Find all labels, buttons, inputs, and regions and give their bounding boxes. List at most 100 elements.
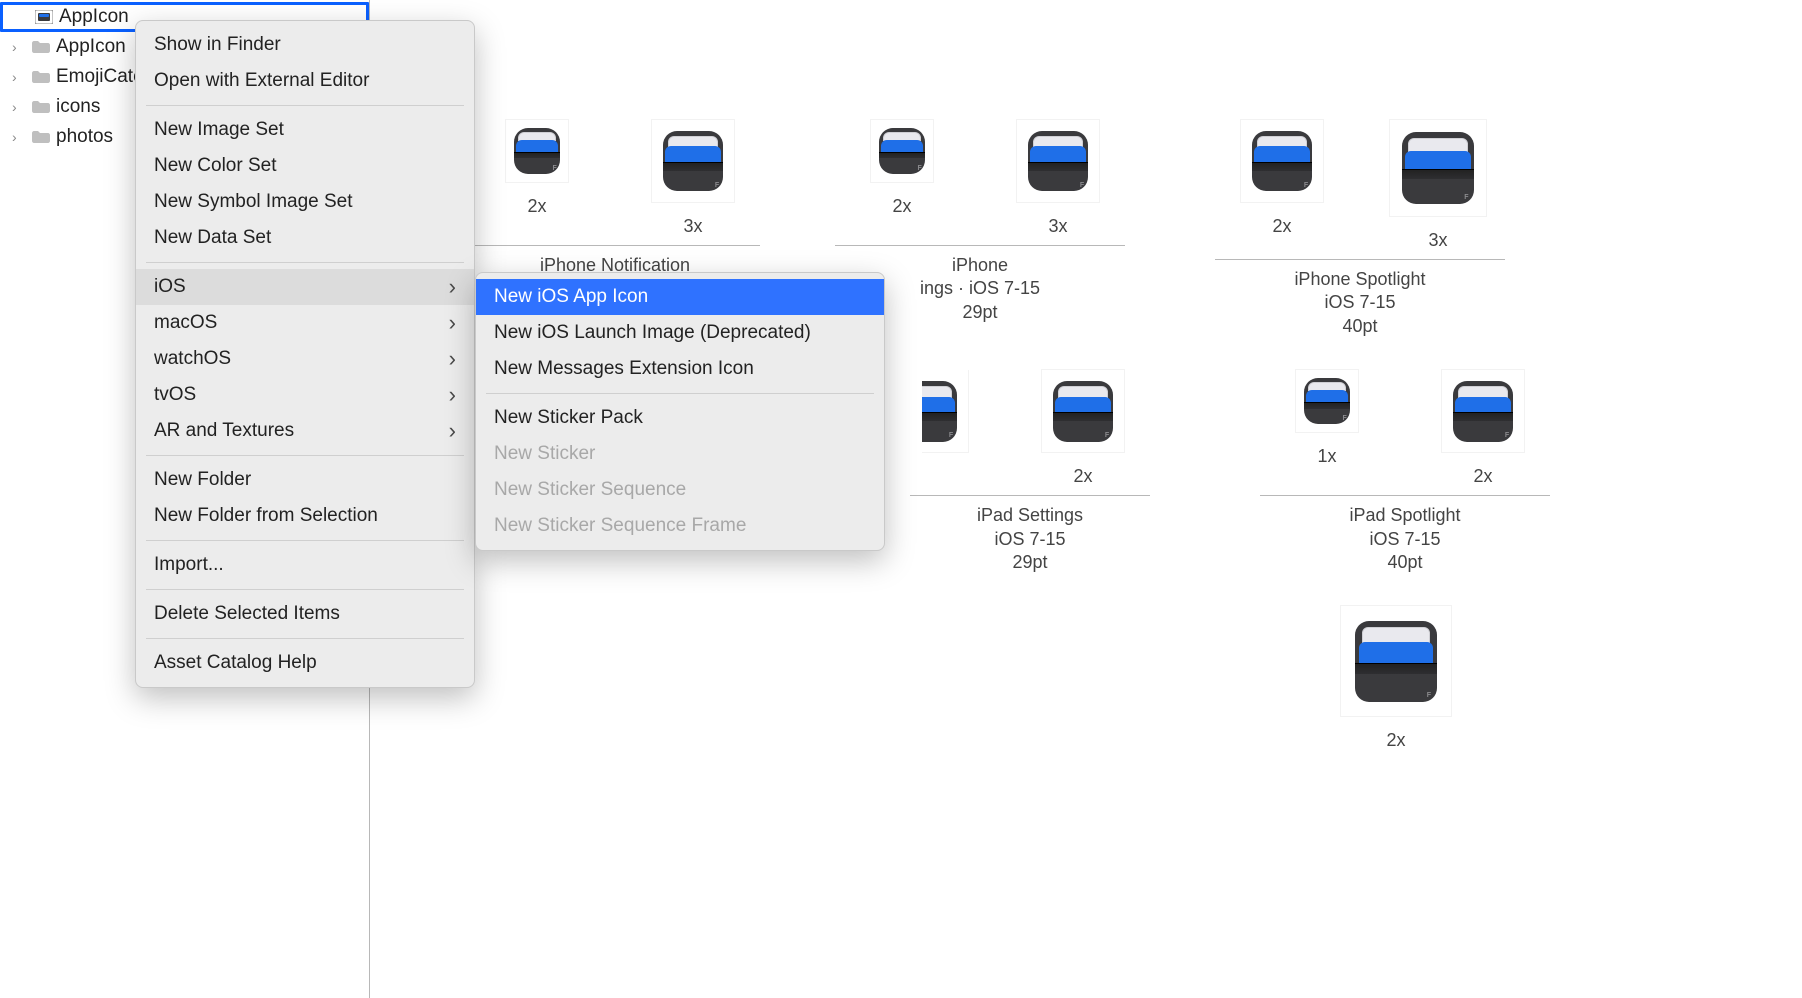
wallet-icon: F bbox=[1453, 381, 1514, 442]
folder-icon bbox=[30, 70, 52, 84]
menu-watchos[interactable]: watchOS bbox=[136, 341, 474, 377]
icon-tile[interactable]: F bbox=[1017, 120, 1099, 202]
context-menu[interactable]: Show in Finder Open with External Editor… bbox=[135, 20, 475, 688]
menu-show-in-finder[interactable]: Show in Finder bbox=[136, 27, 474, 63]
scale-label: 3x bbox=[683, 216, 702, 237]
menu-item-label: New iOS Launch Image (Deprecated) bbox=[494, 322, 811, 344]
group-iphone-spotlight: F 2x F 3x iPhone Spotlight iOS 7-15 40pt bbox=[1215, 120, 1505, 338]
menu-separator bbox=[146, 455, 464, 456]
icon-slot[interactable]: F 1x bbox=[1272, 370, 1382, 487]
icon-tile[interactable]: F bbox=[652, 120, 734, 202]
menu-item-label: Open with External Editor bbox=[154, 70, 369, 92]
icon-tile[interactable]: F bbox=[506, 120, 568, 182]
menu-item-label: Asset Catalog Help bbox=[154, 652, 317, 674]
icon-slot[interactable]: F 2x bbox=[1227, 120, 1337, 251]
menu-asset-catalog-help[interactable]: Asset Catalog Help bbox=[136, 645, 474, 681]
menu-item-label: New Sticker Sequence Frame bbox=[494, 515, 746, 537]
menu-delete-selected[interactable]: Delete Selected Items bbox=[136, 596, 474, 632]
group-ipad-spotlight: F 1x F 2x iPad Spotlight iOS 7-15 40pt bbox=[1260, 370, 1550, 574]
menu-new-color-set[interactable]: New Color Set bbox=[136, 148, 474, 184]
menu-new-data-set[interactable]: New Data Set bbox=[136, 220, 474, 256]
icon-tile[interactable]: F bbox=[1241, 120, 1323, 202]
icon-tile[interactable]: F bbox=[1442, 370, 1524, 452]
menu-item-label: tvOS bbox=[154, 384, 196, 406]
menu-new-folder-from-selection[interactable]: New Folder from Selection bbox=[136, 498, 474, 534]
wallet-icon: F bbox=[663, 131, 724, 192]
wallet-icon: F bbox=[922, 381, 957, 442]
icon-slot[interactable]: F 2x bbox=[482, 120, 592, 237]
caption-line: 29pt bbox=[920, 301, 1040, 324]
scale-label: 2x bbox=[1073, 466, 1092, 487]
group-caption: iPhone ings · iOS 7-15 29pt bbox=[920, 254, 1040, 324]
menu-item-label: Show in Finder bbox=[154, 34, 281, 56]
menu-item-label: New Messages Extension Icon bbox=[494, 358, 754, 380]
menu-tvos[interactable]: tvOS bbox=[136, 377, 474, 413]
submenu-new-ios-launch-image[interactable]: New iOS Launch Image (Deprecated) bbox=[476, 315, 884, 351]
icon-slot[interactable]: F 2x bbox=[1028, 370, 1138, 487]
submenu-new-sticker-pack[interactable]: New Sticker Pack bbox=[476, 400, 884, 436]
caption-line: iPad Settings bbox=[977, 504, 1083, 527]
caption-line: iOS 7-15 bbox=[1294, 291, 1425, 314]
scale-label: 3x bbox=[1428, 230, 1447, 251]
caption-line: 40pt bbox=[1294, 315, 1425, 338]
chevron-right-icon[interactable]: › bbox=[12, 39, 26, 55]
menu-separator bbox=[146, 105, 464, 106]
menu-item-label: Import... bbox=[154, 554, 224, 576]
group-caption: iPad Settings iOS 7-15 29pt bbox=[977, 504, 1083, 574]
menu-separator bbox=[146, 262, 464, 263]
menu-item-label: New Sticker Sequence bbox=[494, 479, 686, 501]
icon-slot[interactable]: F 2x bbox=[1428, 370, 1538, 487]
scale-label: 1x bbox=[1317, 446, 1336, 467]
icon-tile[interactable]: F bbox=[1390, 120, 1486, 216]
folder-icon bbox=[30, 100, 52, 114]
appicon-mini-icon bbox=[33, 10, 55, 24]
chevron-right-icon[interactable]: › bbox=[12, 129, 26, 145]
submenu-ios[interactable]: New iOS App Icon New iOS Launch Image (D… bbox=[475, 272, 885, 551]
sidebar-item-label: photos bbox=[56, 126, 113, 148]
caption-line: 29pt bbox=[977, 551, 1083, 574]
menu-macos[interactable]: macOS bbox=[136, 305, 474, 341]
submenu-new-ios-app-icon[interactable]: New iOS App Icon bbox=[476, 279, 884, 315]
caption-line: iPad Spotlight bbox=[1349, 504, 1460, 527]
caption-line: ings · iOS 7-15 bbox=[920, 277, 1040, 300]
icon-tile[interactable]: F bbox=[871, 120, 933, 182]
wallet-icon: F bbox=[514, 128, 560, 174]
menu-new-image-set[interactable]: New Image Set bbox=[136, 112, 474, 148]
menu-open-external[interactable]: Open with External Editor bbox=[136, 63, 474, 99]
icon-slot[interactable]: F 2x bbox=[847, 120, 957, 237]
menu-ar-textures[interactable]: AR and Textures bbox=[136, 413, 474, 449]
menu-item-label: New Sticker Pack bbox=[494, 407, 643, 429]
caption-line: iOS 7-15 bbox=[977, 528, 1083, 551]
menu-item-label: New Color Set bbox=[154, 155, 277, 177]
icon-tile[interactable]: F bbox=[1296, 370, 1358, 432]
wallet-icon: F bbox=[1402, 132, 1473, 203]
group-bottom-single: F 2x bbox=[1329, 606, 1463, 759]
menu-new-folder[interactable]: New Folder bbox=[136, 462, 474, 498]
caption-line: iPhone Spotlight bbox=[1294, 268, 1425, 291]
icon-slot[interactable]: F 3x bbox=[638, 120, 748, 237]
icon-slot[interactable]: F 3x bbox=[1003, 120, 1113, 237]
group-caption: iPhone Spotlight iOS 7-15 40pt bbox=[1294, 268, 1425, 338]
icon-tile[interactable]: F bbox=[1042, 370, 1124, 452]
menu-separator bbox=[486, 393, 874, 394]
submenu-new-sticker: New Sticker bbox=[476, 436, 884, 472]
icon-slot[interactable]: F bbox=[922, 370, 982, 487]
menu-import[interactable]: Import... bbox=[136, 547, 474, 583]
wallet-icon: F bbox=[1028, 131, 1089, 192]
sidebar-item-label: AppIcon bbox=[59, 6, 129, 28]
wallet-icon: F bbox=[1053, 381, 1114, 442]
menu-new-symbol-image-set[interactable]: New Symbol Image Set bbox=[136, 184, 474, 220]
menu-ios[interactable]: iOS bbox=[136, 269, 474, 305]
submenu-new-messages-extension-icon[interactable]: New Messages Extension Icon bbox=[476, 351, 884, 387]
submenu-new-sticker-sequence-frame: New Sticker Sequence Frame bbox=[476, 508, 884, 544]
icon-tile[interactable]: F bbox=[1341, 606, 1451, 716]
chevron-right-icon[interactable]: › bbox=[12, 69, 26, 85]
wallet-icon: F bbox=[1355, 621, 1436, 702]
scale-label: 3x bbox=[1048, 216, 1067, 237]
chevron-right-icon[interactable]: › bbox=[12, 99, 26, 115]
caption-line: iPhone bbox=[920, 254, 1040, 277]
menu-item-label: New Image Set bbox=[154, 119, 284, 141]
icon-slot[interactable]: F 3x bbox=[1383, 120, 1493, 251]
icon-slot[interactable]: F 2x bbox=[1341, 606, 1451, 751]
icon-tile[interactable]: F bbox=[922, 370, 968, 452]
